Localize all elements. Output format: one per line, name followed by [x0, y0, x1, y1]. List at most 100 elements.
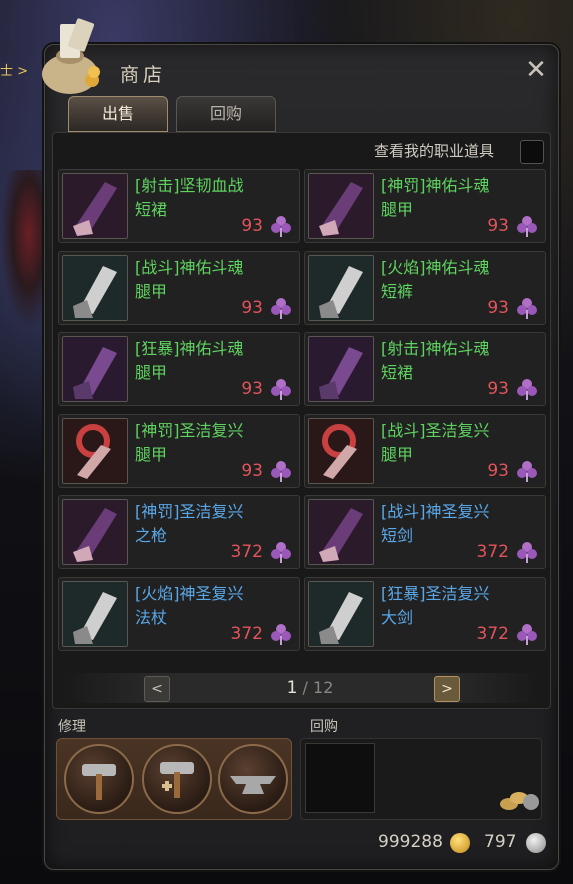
item-name: [火焰]神圣复兴 法杖: [135, 582, 285, 630]
gold-coin-icon: [450, 833, 470, 853]
item-name-line1: [战斗]神佑斗魂: [135, 257, 244, 277]
item-name: [神罚]圣洁复兴 腿甲: [135, 419, 285, 467]
item-name-line1: [狂暴]圣洁复兴: [381, 583, 490, 603]
shop-bag-icon: [42, 18, 100, 94]
gauntlet-silver-icon: [62, 580, 128, 647]
clover-currency-icon: [515, 377, 539, 401]
shop-item[interactable]: [战斗]神佑斗魂 腿甲 93: [58, 250, 300, 325]
current-page: 1: [286, 678, 298, 698]
total-pages: / 12: [302, 678, 334, 697]
shop-title: 商店: [120, 64, 167, 86]
repair-label: 修理: [58, 719, 86, 735]
gauntlet-silver-icon: [308, 254, 374, 321]
item-name-line1: [火焰]神佑斗魂: [381, 257, 490, 277]
shop-item[interactable]: [狂暴]神佑斗魂 腿甲 93: [58, 332, 300, 406]
item-name-line1: [射击]神佑斗魂: [381, 339, 490, 358]
clover-currency-icon: [515, 540, 539, 564]
shop-item[interactable]: [神罚]神佑斗魂 腿甲 93: [304, 169, 546, 243]
prev-page-button[interactable]: <: [144, 676, 170, 702]
tab-buyback[interactable]: 回购: [176, 96, 276, 132]
clover-currency-icon: [515, 214, 539, 238]
gauntlet-silver-icon: [308, 580, 374, 647]
shop-item[interactable]: [神罚]圣洁复兴 腿甲 93: [58, 413, 300, 488]
glove-purple-icon: [62, 173, 128, 239]
item-price: 372: [230, 542, 263, 562]
shop-item[interactable]: [火焰]神圣复兴 法杖 372: [58, 576, 300, 651]
item-name-line1: [狂暴]神佑斗魂: [135, 339, 244, 358]
clover-currency-icon: [269, 540, 293, 564]
item-name: [射击]神佑斗魂 短裙: [381, 337, 531, 385]
shop-item[interactable]: [射击]神佑斗魂 短裙 93: [304, 332, 546, 406]
filter-label: 查看我的职业道具: [374, 142, 495, 160]
class-items-checkbox[interactable]: [520, 140, 544, 164]
page-indicator: 1 / 12: [270, 678, 350, 698]
item-price: 93: [487, 297, 509, 318]
item-price: 93: [487, 460, 509, 481]
item-name: [神罚]神佑斗魂 腿甲: [381, 174, 531, 222]
item-name: [射击]坚韧血战 短裙: [135, 174, 285, 222]
glove-purple-icon: [62, 499, 128, 565]
clover-currency-icon: [269, 622, 293, 646]
shop-item[interactable]: [战斗]圣洁复兴 腿甲 93: [304, 413, 546, 488]
gold-amount: 999288: [378, 832, 443, 852]
clover-currency-icon: [515, 296, 539, 320]
npc-character: [0, 170, 48, 330]
glove-purple-icon: [308, 499, 374, 565]
gauntlet-violet-icon: [62, 336, 128, 402]
hammer-plus-icon: [160, 762, 194, 798]
close-button[interactable]: ✕: [521, 56, 551, 86]
item-name: [狂暴]神佑斗魂 腿甲: [135, 337, 285, 385]
next-page-button[interactable]: >: [434, 676, 460, 702]
clover-currency-icon: [515, 459, 539, 483]
item-price: 93: [241, 216, 263, 236]
tab-sell[interactable]: 出售: [68, 96, 168, 132]
item-price: 372: [476, 542, 509, 562]
silver-amount: 797: [484, 832, 517, 852]
item-name: [战斗]圣洁复兴 腿甲: [381, 419, 531, 467]
repair-anvil-button[interactable]: [218, 744, 288, 814]
clover-currency-icon: [515, 622, 539, 646]
item-name-line1: [射击]坚韧血战: [135, 176, 244, 195]
hook-red-icon: [62, 417, 128, 484]
buyback-label: 回购: [310, 719, 338, 735]
buyback-slot[interactable]: [305, 743, 375, 813]
item-price: 93: [241, 379, 263, 399]
item-name: [神罚]圣洁复兴 之枪: [135, 500, 285, 548]
item-price: 93: [487, 216, 509, 236]
shop-item[interactable]: [神罚]圣洁复兴 之枪 372: [58, 495, 300, 569]
item-price: 372: [230, 623, 263, 644]
shop-item[interactable]: [狂暴]圣洁复兴 大剑 372: [304, 576, 546, 651]
clover-currency-icon: [269, 296, 293, 320]
item-name-line1: [战斗]神圣复兴: [381, 502, 490, 521]
shop-item[interactable]: [战斗]神圣复兴 短剑 372: [304, 495, 546, 569]
gauntlet-silver-icon: [62, 254, 128, 321]
hammer-icon: [82, 764, 116, 800]
repair-item-button[interactable]: [64, 744, 134, 814]
item-name: [战斗]神圣复兴 短剑: [381, 500, 531, 548]
clover-currency-icon: [269, 459, 293, 483]
item-name-line1: [神罚]圣洁复兴: [135, 420, 244, 440]
item-name-line1: [神罚]圣洁复兴: [135, 502, 244, 521]
item-price: 93: [487, 379, 509, 399]
item-name: [火焰]神佑斗魂 短裤: [381, 256, 531, 304]
side-text: 士 >: [0, 64, 29, 79]
anvil-icon: [230, 776, 276, 794]
shop-item[interactable]: [射击]坚韧血战 短裙 93: [58, 169, 300, 243]
repair-all-button[interactable]: [142, 744, 212, 814]
item-name: [战斗]神佑斗魂 腿甲: [135, 256, 285, 304]
item-price: 372: [476, 623, 509, 644]
clover-currency-icon: [269, 214, 293, 238]
item-name-line1: [火焰]神圣复兴: [135, 583, 244, 603]
item-price: 93: [241, 297, 263, 318]
shop-item[interactable]: [火焰]神佑斗魂 短裤 93: [304, 250, 546, 325]
clover-currency-icon: [269, 377, 293, 401]
glove-purple-icon: [308, 173, 374, 239]
coins-icon: [500, 792, 539, 810]
silver-coin-icon: [526, 833, 546, 853]
item-name-line1: [战斗]圣洁复兴: [381, 420, 490, 440]
gauntlet-violet-icon: [308, 336, 374, 402]
item-name-line1: [神罚]神佑斗魂: [381, 176, 490, 195]
item-price: 93: [241, 460, 263, 481]
hook-red-icon: [308, 417, 374, 484]
item-name: [狂暴]圣洁复兴 大剑: [381, 582, 531, 630]
